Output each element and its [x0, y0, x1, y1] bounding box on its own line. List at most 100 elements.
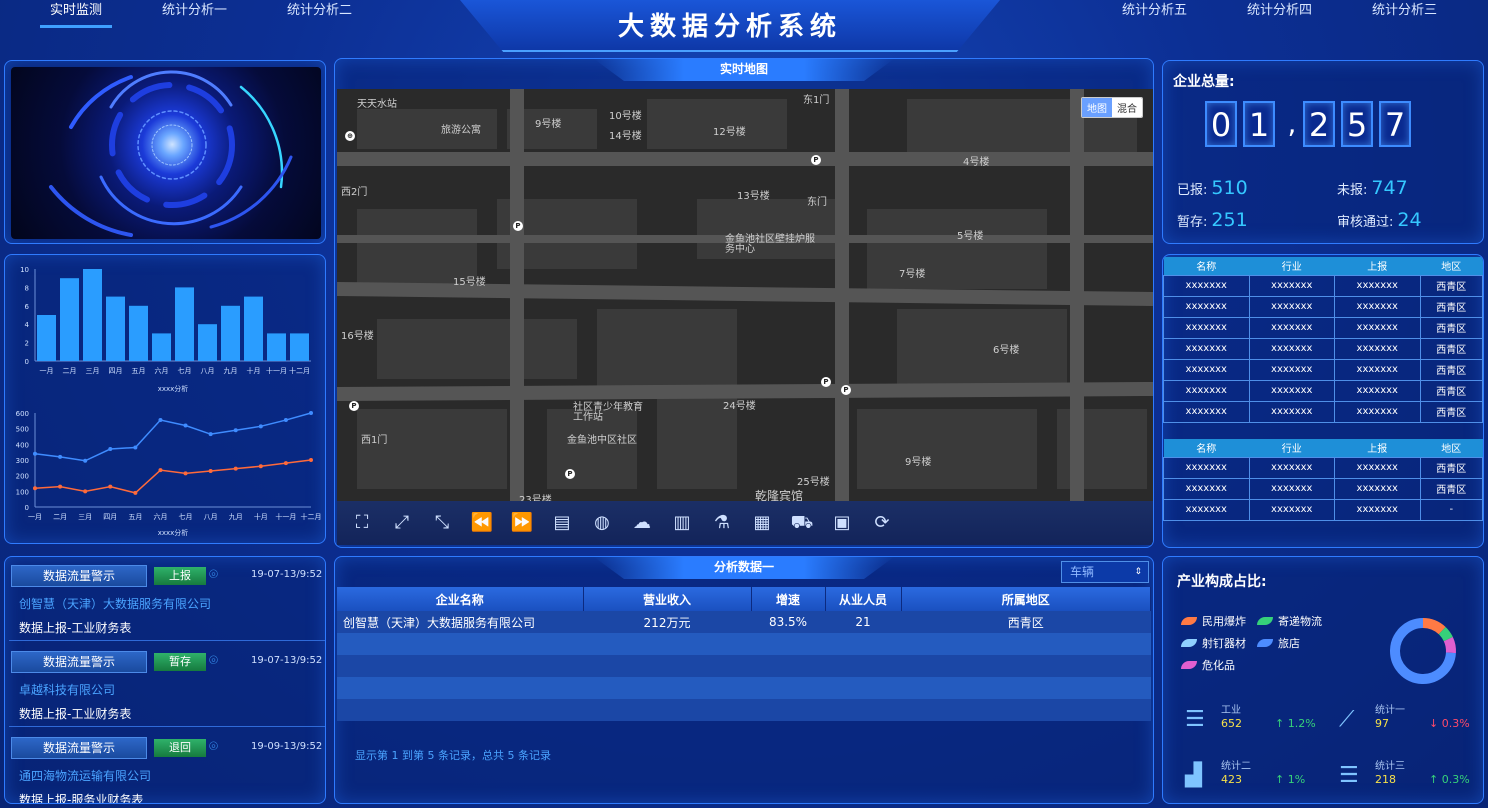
column-header[interactable]: 所属地区	[901, 587, 1151, 611]
column-header[interactable]: 上报	[1334, 439, 1420, 457]
column-header[interactable]: 上报	[1334, 257, 1420, 275]
map-building-label: 13号楼	[737, 191, 770, 202]
window-icon[interactable]: ▣	[829, 510, 855, 536]
map-layer-icon[interactable]: ▤	[549, 510, 575, 536]
x-tick-label: 六月	[153, 512, 167, 521]
map-poi-label[interactable]: 旅游公寓	[441, 121, 481, 136]
legend-item[interactable]: 民用爆炸	[1181, 613, 1246, 629]
table-row[interactable]: xxxxxxx xxxxxxx xxxxxxx 西青区	[1163, 358, 1483, 381]
alert-company[interactable]: 卓越科技有限公司	[19, 681, 115, 698]
counter-digit: 7	[1379, 101, 1411, 147]
table-row[interactable]: xxxxxxx xxxxxxx xxxxxxx 西青区	[1163, 456, 1483, 479]
parking-icon[interactable]: P	[841, 385, 851, 395]
x-tick-label: 十月	[247, 366, 261, 375]
table-row[interactable]: 创智慧（天津）大数据服务有限公司 212万元 83.5% 21 西青区	[337, 611, 1151, 633]
map-poi-label[interactable]: 金鱼池社区壁挂炉服务中心	[725, 235, 815, 255]
shrink-icon[interactable]: ⤡	[429, 510, 455, 536]
nav-tab-stats-5[interactable]: 统计分析五	[1112, 2, 1197, 28]
nav-tab-stats-2[interactable]: 统计分析二	[277, 2, 362, 28]
map-mode-hybrid[interactable]: 混合	[1112, 98, 1142, 117]
legend-item[interactable]: 危化品	[1181, 657, 1235, 673]
column-header[interactable]: 名称	[1163, 257, 1249, 275]
alert-item[interactable]: 数据流量警示 暂存 ⌾ 19-07-13/9:52 卓越科技有限公司 数据上报-…	[9, 647, 325, 727]
alert-company[interactable]: 通四海物流运输有限公司	[19, 767, 151, 784]
office-icon[interactable]: ▦	[749, 510, 775, 536]
building-icon[interactable]: ▥	[669, 510, 695, 536]
alert-item[interactable]: 数据流量警示 退回 ⌾ 19-09-13/9:52 通四海物流运输有限公司 数据…	[9, 733, 325, 803]
data-point	[133, 445, 138, 450]
table-row[interactable]: xxxxxxx xxxxxxx xxxxxxx 西青区	[1163, 295, 1483, 318]
bar	[60, 278, 79, 361]
parking-icon[interactable]: P	[811, 155, 821, 165]
data-point	[83, 458, 88, 463]
column-header[interactable]: 名称	[1163, 439, 1249, 457]
column-header[interactable]: 行业	[1249, 257, 1335, 275]
alert-status-badge[interactable]: 退回	[154, 739, 206, 757]
globe-icon[interactable]: ◍	[589, 510, 615, 536]
column-header[interactable]: 从业人员	[825, 587, 902, 611]
x-axis-label: xxxx分析	[158, 528, 189, 537]
parking-icon[interactable]: P	[821, 377, 831, 387]
truck-icon[interactable]: ⛟	[789, 510, 815, 536]
map-mode-map[interactable]: 地图	[1082, 98, 1112, 117]
map-poi-label[interactable]: 社区青少年教育工作站	[573, 403, 643, 423]
nav-tab-stats-1[interactable]: 统计分析一	[152, 2, 237, 28]
table-row[interactable]: xxxxxxx xxxxxxx xxxxxxx 西青区	[1163, 477, 1483, 500]
map-type-toggle[interactable]: 地图 混合	[1081, 97, 1143, 118]
location-pin-icon[interactable]: ⌾	[209, 651, 218, 669]
map-poi-label[interactable]: 乾隆宾馆	[755, 487, 803, 501]
data-point	[33, 486, 37, 491]
column-header[interactable]: 企业名称	[337, 587, 584, 611]
fullscreen-icon[interactable]: ⛶	[349, 510, 375, 536]
column-header[interactable]: 地区	[1420, 257, 1483, 275]
table-row[interactable]	[337, 677, 1151, 699]
alert-item[interactable]: 数据流量警示 上报 ⌾ 19-07-13/9:52 创智慧（天津）大数据服务有限…	[9, 561, 325, 641]
table-row[interactable]: xxxxxxx xxxxxxx xxxxxxx 西青区	[1163, 400, 1483, 423]
refresh-icon[interactable]: ⟳	[869, 510, 895, 536]
map-poi-label[interactable]: 金鱼池中区社区	[567, 431, 637, 446]
y-tick-label: 100	[16, 488, 29, 496]
nav-tab-stats-4[interactable]: 统计分析四	[1237, 2, 1322, 28]
column-header[interactable]: 地区	[1420, 439, 1483, 457]
nav-tab-stats-3[interactable]: 统计分析三	[1362, 2, 1447, 28]
column-header[interactable]: 增速	[751, 587, 826, 611]
table-row[interactable]: xxxxxxx xxxxxxx xxxxxxx 西青区	[1163, 337, 1483, 360]
parking-icon[interactable]: P	[349, 401, 359, 411]
pending-stat: 暂存: 251	[1177, 209, 1248, 231]
data-point	[108, 447, 113, 452]
nav-tab-realtime[interactable]: 实时监测	[40, 2, 113, 28]
table-row[interactable]	[337, 655, 1151, 677]
expand-icon[interactable]: ⤢	[389, 510, 415, 536]
alert-status-badge[interactable]: 上报	[154, 567, 206, 585]
column-header[interactable]: 行业	[1249, 439, 1335, 457]
rewind-icon[interactable]: ⏪	[469, 510, 495, 536]
table-row[interactable]	[337, 633, 1151, 655]
location-pin-icon[interactable]: ⌾	[209, 737, 218, 755]
table-row[interactable]: xxxxxxx xxxxxxx xxxxxxx 西青区	[1163, 379, 1483, 402]
alert-status-badge[interactable]: 暂存	[154, 653, 206, 671]
fast-forward-icon[interactable]: ⏩	[509, 510, 535, 536]
y-tick-label: 2	[25, 340, 29, 348]
industry-stat-1: ⟋ 统计一 97 ↓ 0.3%	[1339, 705, 1470, 732]
legend-item[interactable]: 寄递物流	[1257, 613, 1322, 629]
flask-icon[interactable]: ⚗	[709, 510, 735, 536]
layers-icon: ☰	[1185, 707, 1205, 732]
map-building-label: 5号楼	[957, 231, 984, 242]
column-header[interactable]: 营业收入	[583, 587, 752, 611]
alert-company[interactable]: 创智慧（天津）大数据服务有限公司	[19, 595, 211, 612]
map-poi-marker[interactable]: ⊕	[345, 131, 355, 141]
legend-item[interactable]: 旅店	[1257, 635, 1300, 651]
legend-item[interactable]: 射钉器材	[1181, 635, 1246, 651]
leaf-icon	[1181, 617, 1197, 625]
table-row[interactable]: xxxxxxx xxxxxxx xxxxxxx -	[1163, 498, 1483, 521]
table-row[interactable]: xxxxxxx xxxxxxx xxxxxxx 西青区	[1163, 274, 1483, 297]
parking-icon[interactable]: P	[513, 221, 523, 231]
table-row[interactable]	[337, 699, 1151, 721]
location-pin-icon[interactable]: ⌾	[209, 565, 218, 583]
vehicle-select[interactable]: 车辆 ⇕	[1061, 561, 1149, 583]
map-poi-label[interactable]: 天天水站	[357, 95, 397, 110]
cloud-icon[interactable]: ☁	[629, 510, 655, 536]
table-row[interactable]: xxxxxxx xxxxxxx xxxxxxx 西青区	[1163, 316, 1483, 339]
map-canvas[interactable]: 地图 混合 天天水站 旅游公寓 9号楼 10号楼 14号楼 12号楼 东1门 4…	[337, 89, 1153, 501]
parking-icon[interactable]: P	[565, 469, 575, 479]
